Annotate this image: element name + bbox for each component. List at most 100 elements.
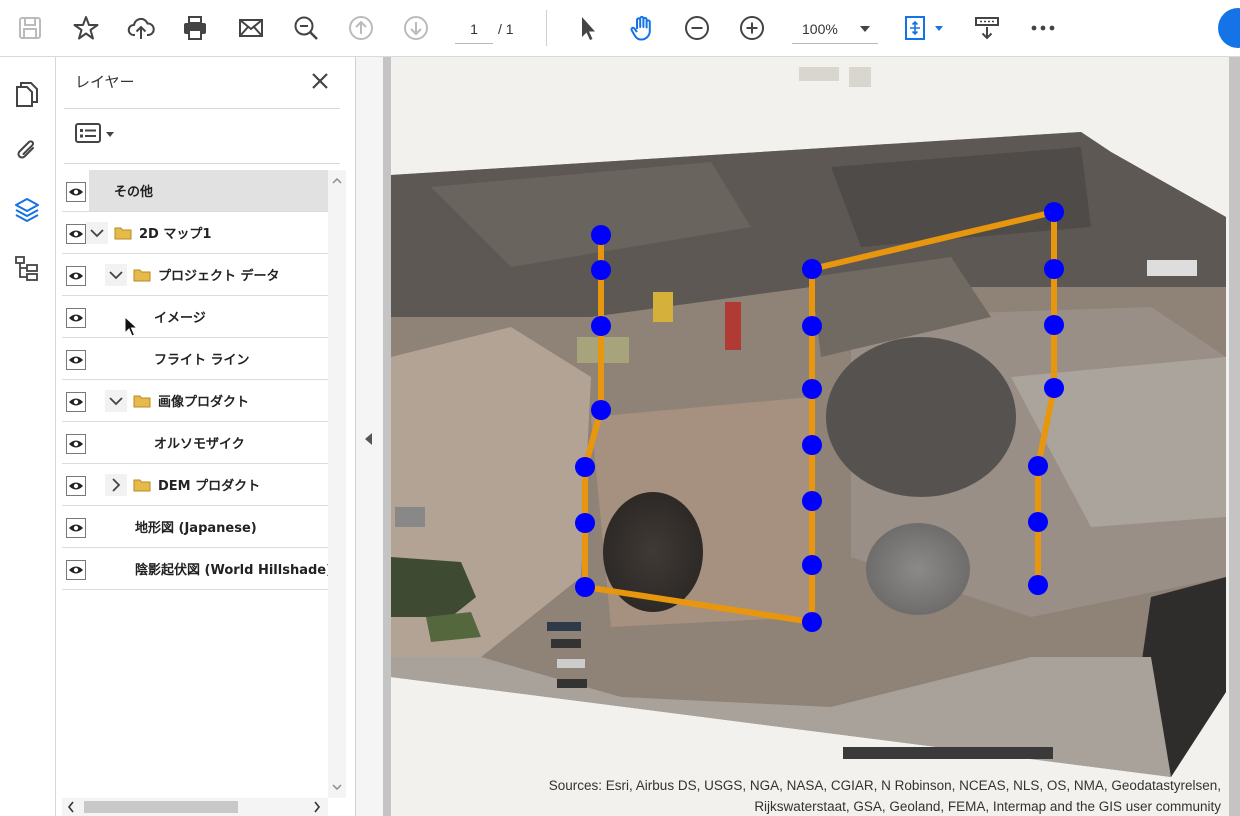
attribution-line: Rijkswaterstaat, GSA, Geoland, FEMA, Int… bbox=[754, 799, 1221, 814]
read-mode-icon[interactable] bbox=[971, 12, 1003, 44]
layer-row[interactable]: 陰影起伏図 (World Hillshade) bbox=[62, 548, 328, 590]
fit-page-icon[interactable] bbox=[902, 12, 950, 44]
zoom-level-value: 100% bbox=[802, 21, 838, 37]
scroll-left-icon[interactable] bbox=[66, 801, 76, 813]
chevron-down-icon bbox=[860, 26, 870, 32]
layer-row[interactable]: その他 bbox=[62, 170, 328, 212]
waypoint[interactable] bbox=[802, 612, 822, 632]
more-options-icon[interactable] bbox=[1027, 12, 1059, 44]
waypoint[interactable] bbox=[1044, 259, 1064, 279]
select-cursor-icon[interactable] bbox=[571, 12, 603, 44]
eye-visibility-icon[interactable] bbox=[66, 308, 86, 328]
layer-label: DEM プロダクト bbox=[158, 479, 261, 494]
waypoint[interactable] bbox=[802, 435, 822, 455]
eye-visibility-icon[interactable] bbox=[66, 182, 86, 202]
waypoint[interactable] bbox=[591, 260, 611, 280]
waypoint[interactable] bbox=[802, 316, 822, 336]
waypoint[interactable] bbox=[802, 259, 822, 279]
horizontal-scrollbar[interactable] bbox=[62, 798, 328, 816]
aerial-map-image bbox=[391, 67, 1226, 777]
next-page-icon[interactable] bbox=[400, 12, 432, 44]
layer-row[interactable]: イメージ bbox=[62, 296, 328, 338]
waypoint[interactable] bbox=[575, 577, 595, 597]
waypoint[interactable] bbox=[802, 491, 822, 511]
cloud-upload-icon[interactable] bbox=[125, 12, 157, 44]
chevron-down-icon[interactable] bbox=[105, 264, 127, 286]
layer-label: 地形図 (Japanese) bbox=[135, 521, 257, 536]
mouse-pointer-icon bbox=[124, 315, 140, 338]
model-tree-icon[interactable] bbox=[10, 251, 44, 285]
save-icon[interactable] bbox=[14, 12, 46, 44]
chevron-right-icon[interactable] bbox=[105, 474, 127, 496]
eye-visibility-icon[interactable] bbox=[66, 518, 86, 538]
layer-row[interactable]: 2D マップ1 bbox=[62, 212, 328, 254]
zoom-in-icon[interactable] bbox=[736, 12, 768, 44]
scroll-up-icon[interactable] bbox=[332, 176, 342, 186]
eye-visibility-icon[interactable] bbox=[66, 392, 86, 412]
layer-label: 画像プロダクト bbox=[158, 395, 250, 410]
waypoint[interactable] bbox=[1028, 456, 1048, 476]
layer-options-icon[interactable] bbox=[74, 121, 120, 147]
layer-label: その他 bbox=[114, 185, 154, 200]
waypoint[interactable] bbox=[575, 457, 595, 477]
user-avatar[interactable] bbox=[1218, 8, 1240, 48]
scroll-down-icon[interactable] bbox=[332, 782, 342, 792]
chevron-down-icon[interactable] bbox=[86, 222, 108, 244]
layer-row[interactable]: 画像プロダクト bbox=[62, 380, 328, 422]
layer-row[interactable]: フライト ライン bbox=[62, 338, 328, 380]
print-icon[interactable] bbox=[179, 12, 211, 44]
divider bbox=[64, 108, 340, 109]
layer-label: フライト ライン bbox=[154, 353, 250, 368]
eye-visibility-icon[interactable] bbox=[66, 434, 86, 454]
waypoint[interactable] bbox=[575, 513, 595, 533]
left-navigation-rail bbox=[0, 57, 56, 816]
eye-visibility-icon[interactable] bbox=[66, 224, 86, 244]
layer-list: その他 2D マップ1 プロジェクト データ イメージ フライト ライン 画像プ… bbox=[62, 170, 328, 646]
waypoint[interactable] bbox=[1044, 378, 1064, 398]
vertical-scrollbar[interactable] bbox=[328, 170, 346, 798]
scrollbar-thumb[interactable] bbox=[84, 801, 238, 813]
page-number-input[interactable]: 1 bbox=[455, 14, 493, 44]
layer-row[interactable]: DEM プロダクト bbox=[62, 464, 328, 506]
previous-page-icon[interactable] bbox=[345, 12, 377, 44]
layer-label: 2D マップ1 bbox=[139, 227, 212, 242]
close-icon[interactable] bbox=[308, 69, 332, 93]
eye-visibility-icon[interactable] bbox=[66, 266, 86, 286]
folder-icon bbox=[133, 269, 151, 282]
layer-row[interactable]: プロジェクト データ bbox=[62, 254, 328, 296]
eye-visibility-icon[interactable] bbox=[66, 350, 86, 370]
waypoint[interactable] bbox=[1044, 202, 1064, 222]
waypoint[interactable] bbox=[1028, 512, 1048, 532]
eye-visibility-icon[interactable] bbox=[66, 476, 86, 496]
waypoint[interactable] bbox=[1028, 575, 1048, 595]
search-zoom-icon[interactable] bbox=[290, 12, 322, 44]
panel-collapse-handle[interactable] bbox=[356, 57, 383, 816]
waypoint[interactable] bbox=[802, 555, 822, 575]
layers-icon[interactable] bbox=[10, 193, 44, 227]
zoom-out-icon[interactable] bbox=[681, 12, 713, 44]
attachment-icon[interactable] bbox=[10, 133, 44, 167]
chevron-down-icon[interactable] bbox=[105, 390, 127, 412]
hand-tool-icon[interactable] bbox=[626, 12, 658, 44]
divider bbox=[64, 163, 340, 164]
excavator-shape bbox=[653, 292, 673, 322]
collapse-arrow-icon bbox=[365, 433, 372, 445]
waypoint[interactable] bbox=[802, 379, 822, 399]
waypoint[interactable] bbox=[591, 400, 611, 420]
layer-label: オルソモザイク bbox=[154, 437, 245, 452]
mail-icon[interactable] bbox=[235, 12, 267, 44]
bookmark-star-icon[interactable] bbox=[70, 12, 102, 44]
scroll-right-icon[interactable] bbox=[312, 801, 322, 813]
zoom-level-dropdown[interactable]: 100% bbox=[792, 14, 878, 44]
page-thumbnails-icon[interactable] bbox=[10, 77, 44, 111]
pdf-page[interactable]: Sources: Esri, Airbus DS, USGS, NGA, NAS… bbox=[391, 57, 1229, 816]
layer-row[interactable]: 地形図 (Japanese) bbox=[62, 506, 328, 548]
eye-visibility-icon[interactable] bbox=[66, 560, 86, 580]
layers-panel: レイヤー その他 2D マップ1 プロジェクト データ イメージ フライト ライ… bbox=[56, 57, 356, 816]
waypoint[interactable] bbox=[591, 316, 611, 336]
waypoint[interactable] bbox=[1044, 315, 1064, 335]
layer-label: 陰影起伏図 (World Hillshade) bbox=[135, 563, 328, 578]
layer-row[interactable]: オルソモザイク bbox=[62, 422, 328, 464]
main-toolbar: 1 / 1 100% bbox=[0, 0, 1240, 57]
waypoint[interactable] bbox=[591, 225, 611, 245]
